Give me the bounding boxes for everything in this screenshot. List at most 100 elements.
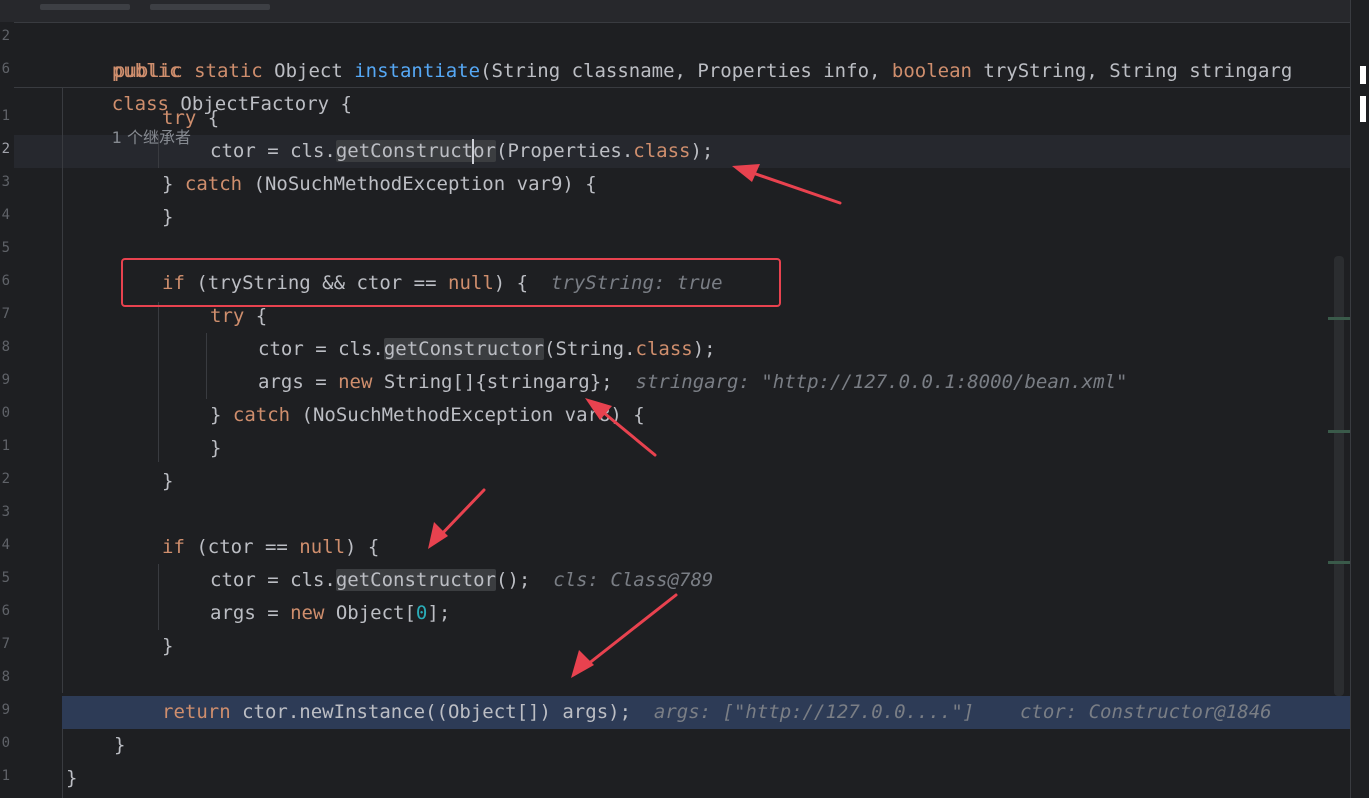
arrow-annotation bbox=[571, 593, 678, 678]
line-number: 1 bbox=[1, 108, 10, 124]
line-number: 6 bbox=[1, 603, 10, 619]
line-number: 8 bbox=[1, 339, 10, 355]
method-call-highlighted: getConstructor bbox=[335, 569, 496, 591]
code-text: args = bbox=[258, 371, 339, 393]
arrow-annotation bbox=[428, 488, 486, 549]
code-text: } bbox=[162, 635, 174, 657]
sticky-method-declaration[interactable]: public static Object instantiate(String … bbox=[114, 55, 1292, 88]
code-text: (String. bbox=[544, 338, 636, 360]
code-text: } bbox=[162, 470, 174, 492]
line-number: 3 bbox=[1, 174, 10, 190]
code-line-execution-point[interactable]: return ctor.newInstance((Object[]) args)… bbox=[162, 696, 1272, 729]
code-text: (); bbox=[496, 569, 531, 591]
keyword: boolean bbox=[891, 60, 972, 82]
keyword: class bbox=[635, 338, 693, 360]
code-line-current[interactable]: ctor = cls.getConstructor(Properties.cla… bbox=[210, 135, 713, 168]
code-text: ); bbox=[690, 140, 714, 162]
code-text: } bbox=[210, 404, 233, 426]
keyword: catch bbox=[232, 404, 291, 426]
keyword: if bbox=[162, 536, 185, 558]
text-caret bbox=[472, 139, 474, 164]
code-text: { bbox=[196, 107, 220, 129]
code-line[interactable]: } bbox=[114, 729, 125, 762]
debug-inline-value: stringarg: "http://127.0.0.1:8000/bean.x… bbox=[635, 371, 1128, 393]
code-text: (NoSuchMethodException var9) { bbox=[242, 173, 597, 195]
debug-inline-value: cls: Class@789 bbox=[553, 569, 714, 591]
sticky-separator bbox=[14, 87, 1369, 88]
indent-guide bbox=[62, 88, 63, 693]
method-call-highlighted: getConstructor bbox=[383, 338, 544, 360]
line-number: 5 bbox=[1, 240, 10, 256]
code-text: String[]{stringarg}; bbox=[372, 371, 613, 393]
indent-guide bbox=[158, 302, 159, 462]
keyword: new bbox=[338, 371, 373, 393]
scroll-marker bbox=[1328, 317, 1350, 320]
line-number: 6 bbox=[1, 273, 10, 289]
editor-tab-bar bbox=[0, 0, 1369, 23]
code-line[interactable]: } bbox=[162, 465, 173, 498]
code-line[interactable]: } bbox=[162, 630, 173, 663]
line-number: 3 bbox=[1, 504, 10, 520]
debug-inline-value: ctor: Constructor@1846 bbox=[1019, 701, 1272, 723]
line-number: 2 bbox=[1, 471, 10, 487]
tab-hint bbox=[150, 4, 270, 10]
code-text: ctor = cls. bbox=[258, 338, 384, 360]
code-line[interactable]: } catch (NoSuchMethodException var9) { bbox=[162, 168, 597, 201]
line-number: 4 bbox=[1, 537, 10, 553]
code-line[interactable]: args = new Object[0]; bbox=[210, 597, 450, 630]
code-text: (Properties. bbox=[496, 140, 634, 162]
keyword: public static bbox=[114, 60, 263, 82]
code-text: } bbox=[162, 206, 174, 228]
vertical-scrollbar[interactable] bbox=[1334, 256, 1344, 696]
line-number: 4 bbox=[1, 207, 10, 223]
method-name: instantiate bbox=[354, 60, 481, 82]
code-text: args = bbox=[210, 602, 291, 624]
code-text: } bbox=[114, 734, 126, 756]
annotation-highlight-box bbox=[121, 258, 781, 307]
tab-hint bbox=[40, 4, 130, 10]
code-text: } bbox=[162, 173, 185, 195]
code-text: Object[ bbox=[324, 602, 416, 624]
code-text: ) { bbox=[345, 536, 380, 558]
keyword: null bbox=[299, 536, 346, 558]
line-number: 0 bbox=[1, 405, 10, 421]
code-text: ); bbox=[692, 338, 716, 360]
code-line[interactable]: try { bbox=[162, 102, 219, 135]
line-number: 2 bbox=[1, 28, 10, 44]
keyword: try bbox=[162, 107, 197, 129]
code-text: { bbox=[244, 305, 268, 327]
code-line[interactable]: } bbox=[66, 762, 77, 795]
keyword: try bbox=[210, 305, 245, 327]
line-number: 7 bbox=[1, 636, 10, 652]
line-number-gutter: 2 6 1 2 3 4 5 6 7 8 9 0 1 2 3 4 5 6 7 8 … bbox=[0, 22, 14, 798]
code-line[interactable]: if (ctor == null) { bbox=[162, 531, 379, 564]
code-text: } bbox=[66, 767, 78, 789]
scroll-marker bbox=[1328, 430, 1350, 433]
line-number: 9 bbox=[1, 702, 10, 718]
arrow-annotation bbox=[732, 164, 842, 205]
tool-strip-indicator bbox=[1360, 96, 1366, 122]
code-text: (ctor == bbox=[184, 536, 300, 558]
code-text: ctor.newInstance((Object[]) args); bbox=[230, 701, 632, 723]
code-line[interactable]: args = new String[]{stringarg}; stringar… bbox=[258, 366, 1127, 399]
code-text: } bbox=[210, 437, 222, 459]
keyword: class bbox=[111, 93, 169, 115]
code-text: (NoSuchMethodException var8) { bbox=[290, 404, 645, 426]
params: tryString, String stringarg bbox=[971, 60, 1293, 82]
debug-inline-value: args: ["http://127.0.0...."] bbox=[653, 701, 975, 723]
line-number: 0 bbox=[1, 735, 10, 751]
keyword: new bbox=[290, 602, 325, 624]
code-line[interactable]: ctor = cls.getConstructor(); cls: Class@… bbox=[210, 564, 713, 597]
code-line[interactable]: } catch (NoSuchMethodException var8) { bbox=[210, 399, 645, 432]
code-line[interactable]: ctor = cls.getConstructor(String.class); bbox=[258, 333, 716, 366]
line-number: 1 bbox=[1, 768, 10, 784]
code-editor[interactable]: 2 6 1 2 3 4 5 6 7 8 9 0 1 2 3 4 5 6 7 8 … bbox=[0, 0, 1369, 798]
line-number: 2 bbox=[1, 141, 10, 157]
tool-strip-indicator bbox=[1360, 66, 1366, 84]
scroll-marker bbox=[1328, 561, 1350, 564]
keyword: return bbox=[162, 701, 231, 723]
sticky-class-declaration[interactable]: public class ObjectFactory { 1 个继承者 bbox=[66, 22, 352, 147]
code-line[interactable]: } bbox=[210, 432, 221, 465]
keyword: catch bbox=[184, 173, 243, 195]
code-line[interactable]: } bbox=[162, 201, 173, 234]
